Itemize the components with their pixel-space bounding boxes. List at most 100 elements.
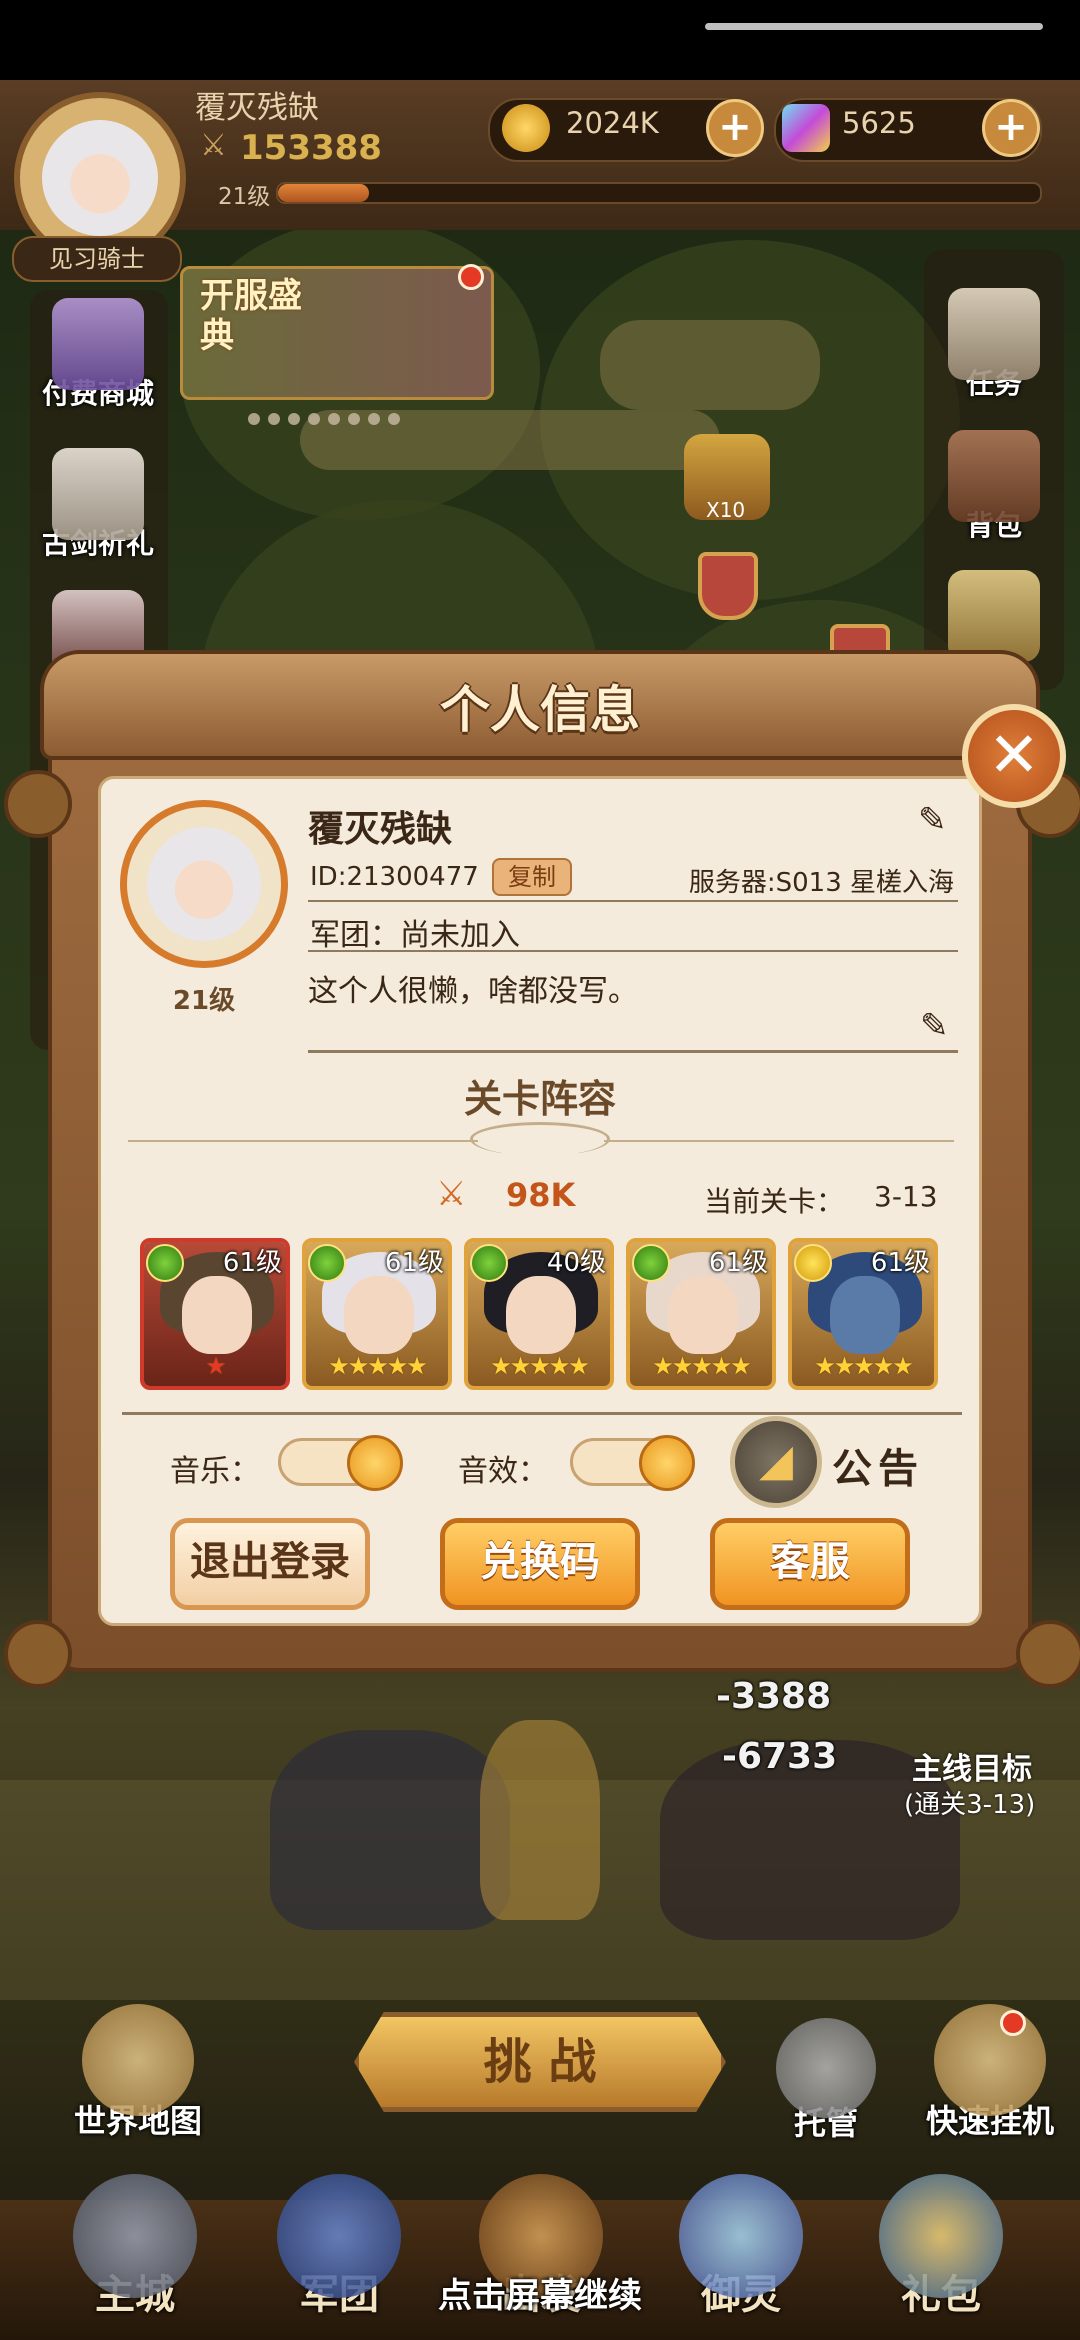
hero-stars: ★★★★★	[814, 1352, 914, 1380]
hero-level: 61级	[708, 1248, 768, 1278]
divider	[308, 900, 958, 902]
wind-element-icon	[632, 1244, 670, 1282]
music-toggle[interactable]	[278, 1435, 403, 1491]
ornament-line	[128, 1140, 478, 1142]
wind-element-icon	[146, 1244, 184, 1282]
home-indicator	[705, 23, 1043, 30]
gem-amount: 5625	[842, 106, 916, 140]
wind-element-icon	[308, 1244, 346, 1282]
profile-bio: 这个人很懒，啥都没写。	[308, 974, 638, 1009]
hero-stars: ★★★★★	[490, 1352, 590, 1380]
quest-scroll-icon	[948, 288, 1040, 380]
damage-number: -6733	[722, 1736, 838, 1777]
banner-pager	[248, 410, 408, 429]
backpack-button[interactable]: 背包	[924, 430, 1064, 544]
hero-portrait	[344, 1276, 414, 1354]
toggle-knob	[639, 1435, 695, 1491]
hero-level: 40级	[546, 1248, 606, 1278]
modal-title: 个人信息	[440, 681, 640, 739]
status-bar	[0, 0, 1080, 80]
gold-element-icon	[794, 1244, 832, 1282]
world-map-icon	[82, 2004, 194, 2116]
player-id: ID:21300477	[310, 862, 479, 892]
logout-button[interactable]: 退出登录	[170, 1518, 370, 1610]
hourglass-icon	[934, 2004, 1046, 2116]
summon-button[interactable]: 古剑祈礼	[28, 448, 168, 562]
hero-card[interactable]: 61级 ★★★★★	[302, 1238, 452, 1390]
quick-idle-button[interactable]: 快速挂机	[900, 2004, 1080, 2142]
music-label: 音乐：	[170, 1454, 260, 1489]
sfx-toggle[interactable]	[570, 1435, 695, 1491]
profile-avatar[interactable]	[120, 800, 288, 968]
hero-level: 61级	[384, 1248, 444, 1278]
divider	[122, 1412, 962, 1415]
customer-service-button[interactable]: 客服	[710, 1518, 910, 1610]
hero-level: 61级	[222, 1248, 282, 1278]
redeem-code-button[interactable]: 兑换码	[440, 1518, 640, 1610]
auto-button[interactable]: 托管	[766, 2018, 886, 2144]
hero-portrait	[182, 1276, 252, 1354]
hero-card[interactable]: 40级 ★★★★★	[464, 1238, 614, 1390]
tap-to-continue-hint[interactable]: 点击屏幕继续	[0, 2268, 1080, 2317]
hero-portrait	[830, 1276, 900, 1354]
scroll-ornament	[1016, 1620, 1080, 1688]
add-gem-button[interactable]: +	[982, 99, 1040, 157]
hero-card[interactable]: 61级 ★★★★★	[788, 1238, 938, 1390]
hero-stars: ★★★★★	[652, 1352, 752, 1380]
hero-stars: ★★★★★	[328, 1352, 428, 1380]
server-name: 服务器:S013 星槎入海	[688, 868, 954, 898]
gear-icon	[776, 2018, 876, 2118]
crystal-multiplier: X10	[706, 498, 746, 522]
quest-button[interactable]: 任务	[924, 288, 1064, 402]
profile-name: 覆灭残缺	[308, 809, 453, 850]
notice-label[interactable]: 公告	[832, 1436, 924, 1494]
add-gold-button[interactable]: +	[706, 99, 764, 157]
divider	[308, 1050, 958, 1053]
copy-id-button[interactable]: 复制	[492, 858, 572, 896]
player-team-sprites	[270, 1730, 510, 1930]
scroll-ornament	[4, 770, 72, 838]
main-goal-subtitle: (通关3-13)	[904, 1790, 1036, 1820]
event-notification-dot	[458, 264, 484, 290]
hero-portrait	[506, 1276, 576, 1354]
lineup-title: 关卡阵容	[463, 1077, 616, 1121]
hero-stars: ★	[205, 1352, 227, 1380]
quick-idle-notification-dot	[1000, 2010, 1026, 2036]
divider	[308, 950, 958, 952]
player-level: 21级	[218, 184, 271, 210]
map-flag-icon	[698, 552, 758, 620]
ornament-flourish	[470, 1122, 610, 1156]
challenge-button[interactable]: 挑 战	[354, 2012, 726, 2112]
player-name: 覆灭残缺	[195, 90, 319, 126]
hero-card[interactable]: 61级 ★	[140, 1238, 290, 1390]
gold-amount: 2024K	[566, 106, 659, 140]
event-banner-title: 开服盛典	[200, 276, 302, 356]
shop-button[interactable]: 付费商城	[28, 298, 168, 412]
edit-bio-icon[interactable]: ✎	[920, 1006, 949, 1046]
guild-status: 军团：尚未加入	[310, 918, 520, 953]
xp-bar	[276, 182, 1042, 204]
shop-icon	[52, 298, 144, 390]
ornament-line	[604, 1140, 954, 1142]
world-map-button[interactable]: 世界地图	[58, 2004, 218, 2142]
hero-level: 61级	[870, 1248, 930, 1278]
edit-name-icon[interactable]: ✎	[918, 800, 947, 840]
close-button[interactable]: ✕	[962, 704, 1066, 808]
sfx-label: 音效：	[458, 1454, 548, 1489]
profile-level: 21级	[172, 986, 236, 1016]
crossed-swords-icon: ⚔	[436, 1174, 467, 1214]
current-stage-value: 3-13	[874, 1180, 938, 1213]
hero-portrait	[668, 1276, 738, 1354]
damage-number: -3388	[716, 1676, 832, 1717]
xp-fill	[278, 184, 370, 202]
rank-badge: 见习骑士	[12, 236, 182, 282]
wind-element-icon	[470, 1244, 508, 1282]
golden-armor-sprite	[480, 1720, 600, 1920]
megaphone-icon[interactable]: ◢	[730, 1416, 822, 1508]
hero-card[interactable]: 61级 ★★★★★	[626, 1238, 776, 1390]
current-stage-label: 当前关卡：	[704, 1185, 845, 1218]
main-goal-title[interactable]: 主线目标	[912, 1744, 1032, 1788]
gold-coin-icon	[502, 104, 550, 152]
more-icon	[948, 570, 1040, 662]
team-power: 98K	[506, 1176, 576, 1214]
